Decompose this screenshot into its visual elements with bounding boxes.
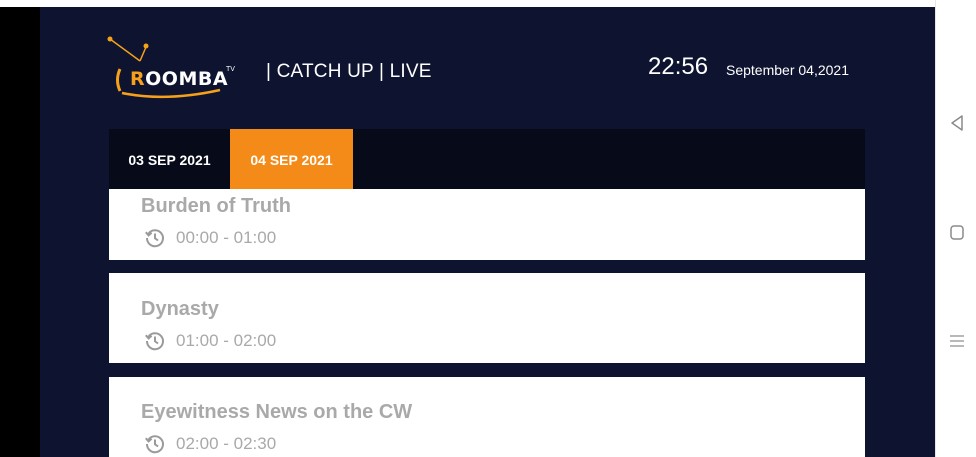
top-strip [0, 0, 935, 7]
home-square-icon[interactable] [936, 224, 976, 247]
tab-04-sep-2021[interactable]: 04 SEP 2021 [230, 129, 353, 189]
program-time: 02:00 - 02:30 [176, 434, 277, 453]
logo-badge: TV [226, 66, 235, 73]
app-screen: ROOMBA TV | CATCH UP | LIVE 22:56 Septem… [40, 7, 935, 457]
tab-03-sep-2021[interactable]: 03 SEP 2021 [109, 129, 230, 189]
logo-text: ROOMBA [130, 68, 229, 90]
history-clock-icon [145, 332, 164, 351]
catchup-live-title[interactable]: | CATCH UP | LIVE [266, 61, 432, 83]
roomba-logo[interactable]: ROOMBA TV [106, 35, 246, 105]
program-card[interactable]: Eyewitness News on the CW 02:00 - 02:30 [109, 377, 865, 457]
history-clock-icon [145, 229, 164, 248]
program-card[interactable]: Burden of Truth 00:00 - 01:00 [109, 189, 865, 260]
program-time: 01:00 - 02:00 [176, 331, 277, 350]
program-title: Burden of Truth [141, 195, 291, 217]
menu-lines-icon[interactable] [936, 332, 976, 355]
current-date: September 04,2021 [726, 62, 849, 78]
clock: 22:56 [648, 53, 709, 80]
history-clock-icon [145, 435, 164, 454]
left-black-bar [0, 7, 40, 457]
back-triangle-icon[interactable] [936, 114, 976, 137]
program-card[interactable]: Dynasty 01:00 - 02:00 [109, 273, 865, 363]
date-tab-bar: 03 SEP 2021 04 SEP 2021 [109, 129, 865, 189]
program-title: Dynasty [141, 298, 219, 320]
program-time: 00:00 - 01:00 [176, 228, 277, 247]
program-title: Eyewitness News on the CW [141, 401, 413, 423]
system-nav-bar [935, 0, 976, 457]
